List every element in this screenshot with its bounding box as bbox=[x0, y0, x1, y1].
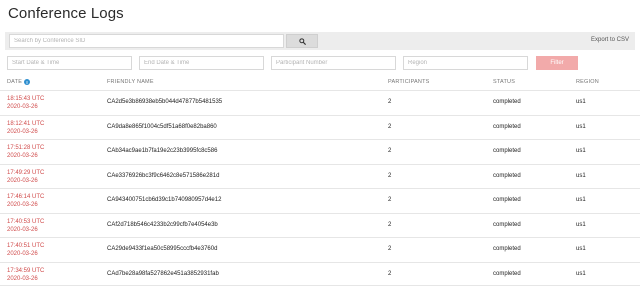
row-region: us1 bbox=[576, 123, 586, 130]
table-row: 17:34:59 UTC 2020-03-26 CAd7be28a98fa5278… bbox=[0, 261, 640, 286]
row-time: 18:12:41 UTC bbox=[7, 120, 45, 127]
row-time: 18:15:43 UTC bbox=[7, 96, 45, 102]
page-title: Conference Logs bbox=[8, 5, 124, 22]
start-date-input[interactable] bbox=[7, 56, 132, 70]
row-time: 17:40:51 UTC bbox=[7, 243, 45, 249]
search-icon bbox=[298, 37, 306, 45]
row-status: completed bbox=[493, 123, 521, 130]
row-time: 17:40:53 UTC bbox=[7, 218, 45, 225]
row-date: 2020-03-26 bbox=[7, 275, 38, 282]
row-date: 2020-03-26 bbox=[7, 202, 38, 208]
row-participants: 2 bbox=[388, 123, 392, 130]
table-row: 18:15:43 UTC 2020-03-26 CA2d5e3b86938eb5b… bbox=[0, 90, 640, 115]
row-region: us1 bbox=[576, 246, 586, 252]
search-button[interactable] bbox=[286, 34, 318, 48]
date-link[interactable]: 18:15:43 UTC 2020-03-26 bbox=[7, 95, 44, 111]
row-friendly-name: CA943400751cb6d39c1b740980957d4e12 bbox=[107, 197, 222, 203]
row-date: 2020-03-26 bbox=[7, 226, 38, 233]
table-row: 17:46:14 UTC 2020-03-26 CA943400751cb6d39… bbox=[0, 188, 640, 213]
row-date: 2020-03-26 bbox=[7, 251, 38, 257]
filter-button[interactable]: Filter bbox=[536, 56, 578, 70]
row-status: completed bbox=[493, 246, 521, 252]
date-link[interactable]: 17:40:53 UTC 2020-03-26 bbox=[7, 218, 44, 234]
column-header-date[interactable]: DATE i bbox=[7, 79, 31, 85]
row-region: us1 bbox=[576, 197, 586, 203]
column-header-date-label: DATE bbox=[7, 79, 23, 85]
row-participants: 2 bbox=[388, 270, 392, 277]
row-time: 17:34:59 UTC bbox=[7, 267, 45, 274]
row-status: completed bbox=[493, 172, 521, 179]
row-participants: 2 bbox=[388, 197, 392, 203]
region-input[interactable] bbox=[403, 56, 528, 70]
date-link[interactable]: 17:34:59 UTC 2020-03-26 bbox=[7, 267, 44, 283]
table-row: 17:40:53 UTC 2020-03-26 CAf2d718b546c4233… bbox=[0, 212, 640, 238]
row-region: us1 bbox=[576, 221, 586, 228]
row-status: completed bbox=[493, 148, 521, 154]
row-time: 17:51:28 UTC bbox=[7, 145, 45, 151]
row-region: us1 bbox=[576, 99, 586, 105]
column-header-status: STATUS bbox=[493, 79, 516, 85]
table-row: 17:51:28 UTC 2020-03-26 CAb34ac9ae1b7fa19… bbox=[0, 139, 640, 164]
row-time: 17:49:29 UTC bbox=[7, 169, 45, 176]
date-link[interactable]: 17:46:14 UTC 2020-03-26 bbox=[7, 193, 44, 209]
column-header-participants: PARTICIPANTS bbox=[388, 79, 430, 85]
date-link[interactable]: 18:12:41 UTC 2020-03-26 bbox=[7, 120, 44, 136]
row-date: 2020-03-26 bbox=[7, 104, 38, 110]
table-row: 18:12:41 UTC 2020-03-26 CA9da8e865f1004c5… bbox=[0, 114, 640, 140]
row-participants: 2 bbox=[388, 221, 392, 228]
table-row: 17:49:29 UTC 2020-03-26 CAe3376926bc3f9c6… bbox=[0, 163, 640, 189]
row-friendly-name: CAd7be28a98fa527862e451a3852931fab bbox=[107, 270, 219, 277]
row-friendly-name: CAf2d718b546c4233b2c99cfb7e4054e3b bbox=[107, 221, 218, 228]
row-status: completed bbox=[493, 99, 521, 105]
column-header-friendly-name: FRIENDLY NAME bbox=[107, 79, 154, 85]
row-participants: 2 bbox=[388, 148, 392, 154]
row-friendly-name: CA2d5e3b86938eb5b044d47877b5481535 bbox=[107, 99, 223, 105]
row-date: 2020-03-26 bbox=[7, 128, 38, 135]
row-time: 17:46:14 UTC bbox=[7, 194, 45, 200]
row-status: completed bbox=[493, 221, 521, 228]
conference-table: 18:15:43 UTC 2020-03-26 CA2d5e3b86938eb5b… bbox=[0, 90, 640, 286]
row-status: completed bbox=[493, 270, 521, 277]
search-bar: Export to CSV bbox=[5, 32, 635, 50]
row-participants: 2 bbox=[388, 172, 392, 179]
row-participants: 2 bbox=[388, 99, 392, 105]
row-region: us1 bbox=[576, 148, 586, 154]
column-header-region: REGION bbox=[576, 79, 599, 85]
row-participants: 2 bbox=[388, 246, 392, 252]
export-csv-link[interactable]: Export to CSV bbox=[591, 37, 629, 43]
date-link[interactable]: 17:40:51 UTC 2020-03-26 bbox=[7, 242, 44, 258]
row-date: 2020-03-26 bbox=[7, 177, 38, 184]
row-status: completed bbox=[493, 197, 521, 203]
search-input[interactable] bbox=[9, 34, 284, 48]
participant-number-input[interactable] bbox=[271, 56, 396, 70]
info-icon[interactable]: i bbox=[24, 79, 31, 85]
row-region: us1 bbox=[576, 172, 586, 179]
row-friendly-name: CAe3376926bc3f9c6462c8e571586e281d bbox=[107, 172, 220, 179]
row-friendly-name: CAb34ac9ae1b7fa19e2c23b3995fc8c586 bbox=[107, 148, 218, 154]
end-date-input[interactable] bbox=[139, 56, 264, 70]
row-friendly-name: CA29de9433f1ea50c58995cccfb4e3760d bbox=[107, 246, 218, 252]
row-date: 2020-03-26 bbox=[7, 153, 38, 159]
row-friendly-name: CA9da8e865f1004c5df51a68f0e82ba860 bbox=[107, 123, 217, 130]
date-link[interactable]: 17:51:28 UTC 2020-03-26 bbox=[7, 144, 44, 160]
date-link[interactable]: 17:49:29 UTC 2020-03-26 bbox=[7, 169, 44, 185]
table-row: 17:40:51 UTC 2020-03-26 CA29de9433f1ea50c… bbox=[0, 237, 640, 262]
row-region: us1 bbox=[576, 270, 586, 277]
